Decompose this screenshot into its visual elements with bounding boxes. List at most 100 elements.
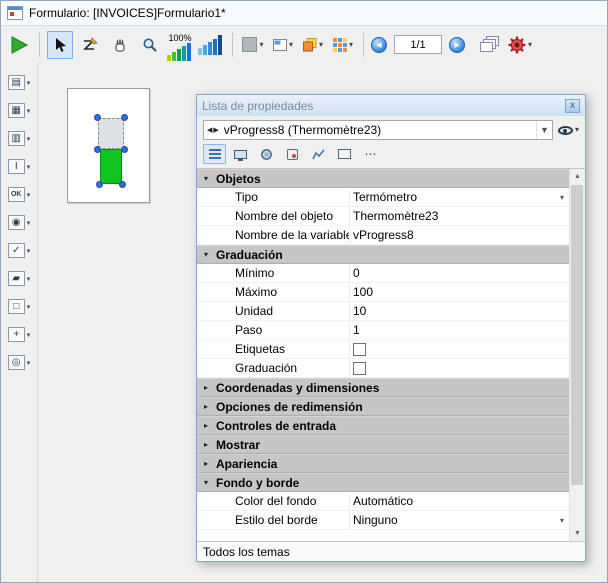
property-value[interactable]: Ninguno▾ xyxy=(349,511,569,529)
property-value[interactable] xyxy=(349,359,569,377)
chevron-down-icon[interactable]: ▾ xyxy=(27,163,31,171)
property-value[interactable]: Thermomètre23 xyxy=(349,207,569,225)
selection-handle[interactable] xyxy=(94,146,101,153)
panel-control-button[interactable]: □▾ xyxy=(8,299,31,314)
chevron-down-icon[interactable]: ▾ xyxy=(27,107,31,115)
scroll-down-icon[interactable]: ▼ xyxy=(570,526,585,541)
section-label: Fondo y borde xyxy=(216,476,299,490)
checkbox-control-icon: ✓ xyxy=(8,243,25,258)
splitter-control-icon: + xyxy=(8,327,25,342)
chevron-down-icon[interactable]: ▾ xyxy=(27,219,31,227)
section-header-controles-de-entrada[interactable]: ▸Controles de entrada xyxy=(197,416,569,435)
chevron-down-icon[interactable]: ▾ xyxy=(27,331,31,339)
thermometer-control-body[interactable] xyxy=(98,118,124,149)
tab-display[interactable] xyxy=(333,144,356,164)
edit-control-icon: I xyxy=(8,159,25,174)
chevron-down-icon[interactable]: ▼ xyxy=(536,121,552,139)
property-value[interactable]: 100 xyxy=(349,283,569,301)
chevron-down-icon[interactable]: ▾ xyxy=(27,359,31,367)
scrollbar-thumb[interactable] xyxy=(571,185,583,485)
next-page-button[interactable]: ▶ xyxy=(449,37,465,53)
property-value[interactable]: Automático xyxy=(349,492,569,510)
page-indicator: 1/1 xyxy=(410,39,425,51)
run-test-button[interactable] xyxy=(6,31,32,59)
property-value[interactable]: 10 xyxy=(349,302,569,320)
zoom-tool-button[interactable] xyxy=(137,31,163,59)
section-header-apariencia[interactable]: ▸Apariencia xyxy=(197,454,569,473)
text-area-control-button[interactable]: ▤▾ xyxy=(8,75,31,90)
splitter-control-button[interactable]: +▾ xyxy=(8,327,31,342)
tab-general[interactable] xyxy=(203,144,226,164)
checkbox[interactable] xyxy=(353,362,366,375)
selection-handle[interactable] xyxy=(121,146,128,153)
property-value[interactable]: 0 xyxy=(349,264,569,282)
tab-more[interactable]: ⋯ xyxy=(359,144,382,164)
selection-handle[interactable] xyxy=(119,181,126,188)
chevron-down-icon[interactable]: ▾ xyxy=(27,275,31,283)
dial-control-button[interactable]: ◎▾ xyxy=(8,355,31,370)
zigzag-draw-button[interactable] xyxy=(77,31,103,59)
chevron-down-icon[interactable]: ▾ xyxy=(560,516,569,525)
scroll-up-icon[interactable]: ▲ xyxy=(570,169,585,184)
property-row-color-del-fondo: Color del fondoAutomático xyxy=(197,492,569,511)
ok-button-control-button[interactable]: OK▾ xyxy=(8,187,31,202)
tab-ui[interactable] xyxy=(229,144,252,164)
chevron-down-icon[interactable]: ▾ xyxy=(560,193,569,202)
visibility-button[interactable]: ▾ xyxy=(558,126,579,135)
chevron-down-icon[interactable]: ▾ xyxy=(27,135,31,143)
tab-settings[interactable] xyxy=(255,144,278,164)
color-grid-dropdown-button[interactable]: ▾ xyxy=(330,31,356,59)
zoom-level-button[interactable]: 100% xyxy=(167,29,193,61)
zoom-presets-button[interactable] xyxy=(197,31,225,59)
form-design-surface[interactable] xyxy=(67,88,150,203)
property-value[interactable]: vProgress8 xyxy=(349,226,569,244)
tab-chart[interactable] xyxy=(307,144,330,164)
window-parts-dropdown-button[interactable]: ▾ xyxy=(270,31,296,59)
style-dropdown-button[interactable]: ▾ xyxy=(240,31,266,59)
chevron-down-icon[interactable]: ▾ xyxy=(27,191,31,199)
stacked-squares-dropdown-icon xyxy=(303,38,317,52)
checkbox-control-button[interactable]: ✓▾ xyxy=(8,243,31,258)
section-header-fondo-y-borde[interactable]: ▾Fondo y borde xyxy=(197,473,569,492)
selection-handle[interactable] xyxy=(121,114,128,121)
radio-button-control-button[interactable]: ◉▾ xyxy=(8,215,31,230)
section-header-graduacion[interactable]: ▾Graduación xyxy=(197,245,569,264)
object-selector-combo[interactable]: ◀▶ vProgress8 (Thermomètre23) ▼ xyxy=(203,120,553,140)
select-tool-button[interactable] xyxy=(47,31,73,59)
prev-next-object-icons[interactable]: ◀▶ xyxy=(207,126,220,134)
list-control-button[interactable]: ▦▾ xyxy=(8,103,31,118)
selection-handle[interactable] xyxy=(96,181,103,188)
table-control-button[interactable]: ▥▾ xyxy=(8,131,31,146)
chevron-down-icon[interactable]: ▾ xyxy=(27,303,31,311)
property-value[interactable] xyxy=(349,340,569,358)
close-button[interactable]: x xyxy=(565,99,580,113)
property-value[interactable]: 1 xyxy=(349,321,569,339)
properties-footer[interactable]: Todos los temas xyxy=(197,541,585,561)
section-header-opciones-de-redimension[interactable]: ▸Opciones de redimensión xyxy=(197,397,569,416)
page-indicator-field[interactable]: 1/1 xyxy=(394,35,442,54)
section-header-objetos[interactable]: ▾Objetos xyxy=(197,169,569,188)
selection-handle[interactable] xyxy=(94,114,101,121)
property-row-etiquetas: Etiquetas xyxy=(197,340,569,359)
chevron-down-icon: ▾ xyxy=(204,174,212,183)
section-header-mostrar[interactable]: ▸Mostrar xyxy=(197,435,569,454)
options-gear-button[interactable]: ▾ xyxy=(507,31,533,59)
progress-control-button[interactable]: ▰▾ xyxy=(8,271,31,286)
chevron-down-icon[interactable]: ▾ xyxy=(27,79,31,87)
thermometer-control-fill[interactable] xyxy=(100,149,122,184)
section-header-coordenadas-y-dimensiones[interactable]: ▸Coordenadas y dimensiones xyxy=(197,378,569,397)
pan-tool-button[interactable] xyxy=(107,31,133,59)
grid-scrollbar[interactable]: ▲ ▼ xyxy=(569,169,585,541)
checkbox[interactable] xyxy=(353,343,366,356)
arrange-dropdown-button[interactable]: ▾ xyxy=(300,31,326,59)
property-value[interactable]: Termómetro▾ xyxy=(349,188,569,206)
properties-title: Lista de propiedades xyxy=(202,99,313,113)
properties-titlebar[interactable]: Lista de propiedades x xyxy=(197,95,585,116)
stacked-windows-button[interactable] xyxy=(477,31,503,59)
chevron-down-icon[interactable]: ▾ xyxy=(27,247,31,255)
edit-control-button[interactable]: I▾ xyxy=(8,159,31,174)
tab-binding[interactable] xyxy=(281,144,304,164)
prev-page-icon: ◀ xyxy=(376,41,381,49)
prev-page-button[interactable]: ◀ xyxy=(371,37,387,53)
more-tab-icon: ⋯ xyxy=(365,149,377,159)
